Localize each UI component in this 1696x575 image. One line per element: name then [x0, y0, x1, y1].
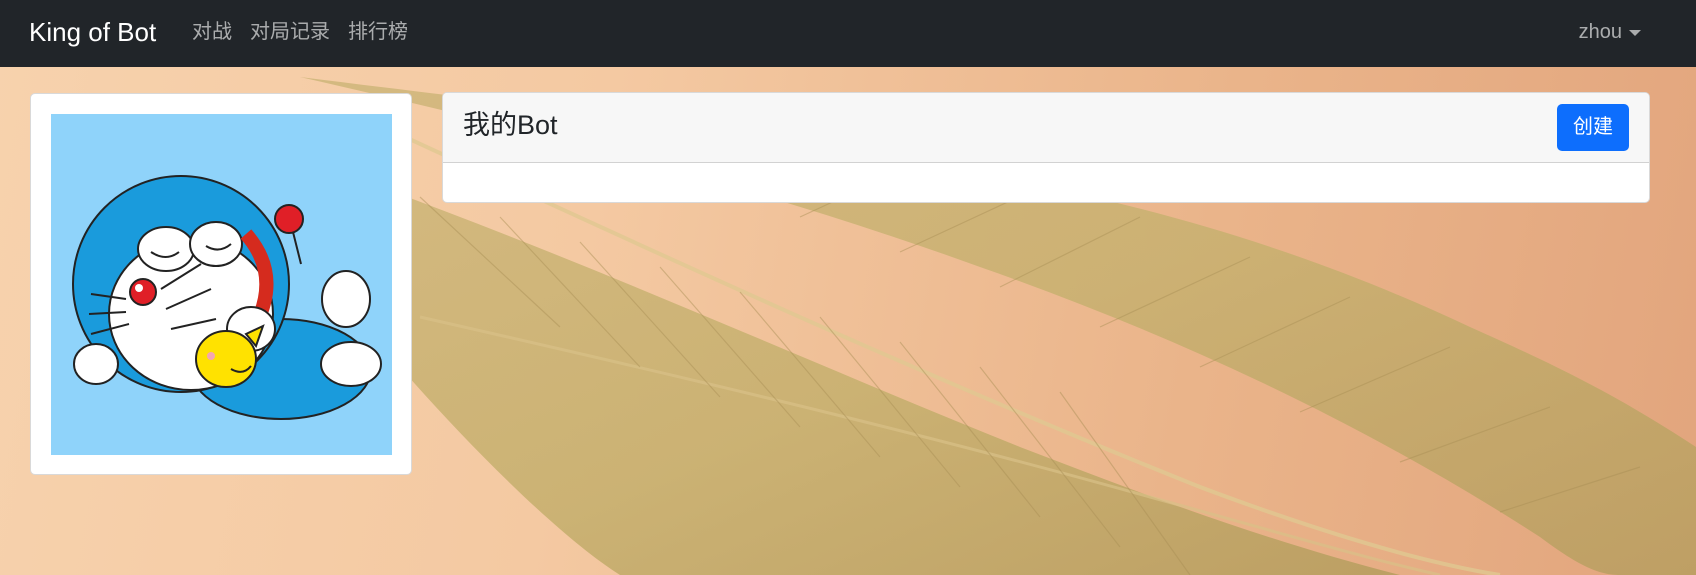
avatar-image [51, 114, 392, 455]
my-bot-card: 我的Bot 创建 [442, 92, 1650, 203]
bot-card-title: 我的Bot [463, 110, 558, 140]
nav-links: 对战 对局记录 排行榜 [192, 18, 408, 46]
bot-card-header: 我的Bot 创建 [443, 93, 1649, 163]
top-navbar: King of Bot 对战 对局记录 排行榜 zhou [0, 0, 1696, 67]
profile-avatar-card [30, 93, 412, 475]
nav-link-record[interactable]: 对局记录 [250, 18, 330, 46]
user-dropdown[interactable]: zhou [1579, 18, 1641, 46]
doraemon-avatar-icon [72, 175, 382, 420]
brand-link[interactable]: King of Bot [29, 14, 156, 50]
nav-link-pk[interactable]: 对战 [192, 18, 232, 46]
nav-link-ranklist[interactable]: 排行榜 [348, 18, 408, 46]
caret-down-icon [1629, 30, 1641, 36]
username-label: zhou [1578, 21, 1622, 43]
create-bot-button[interactable]: 创建 [1557, 104, 1629, 151]
